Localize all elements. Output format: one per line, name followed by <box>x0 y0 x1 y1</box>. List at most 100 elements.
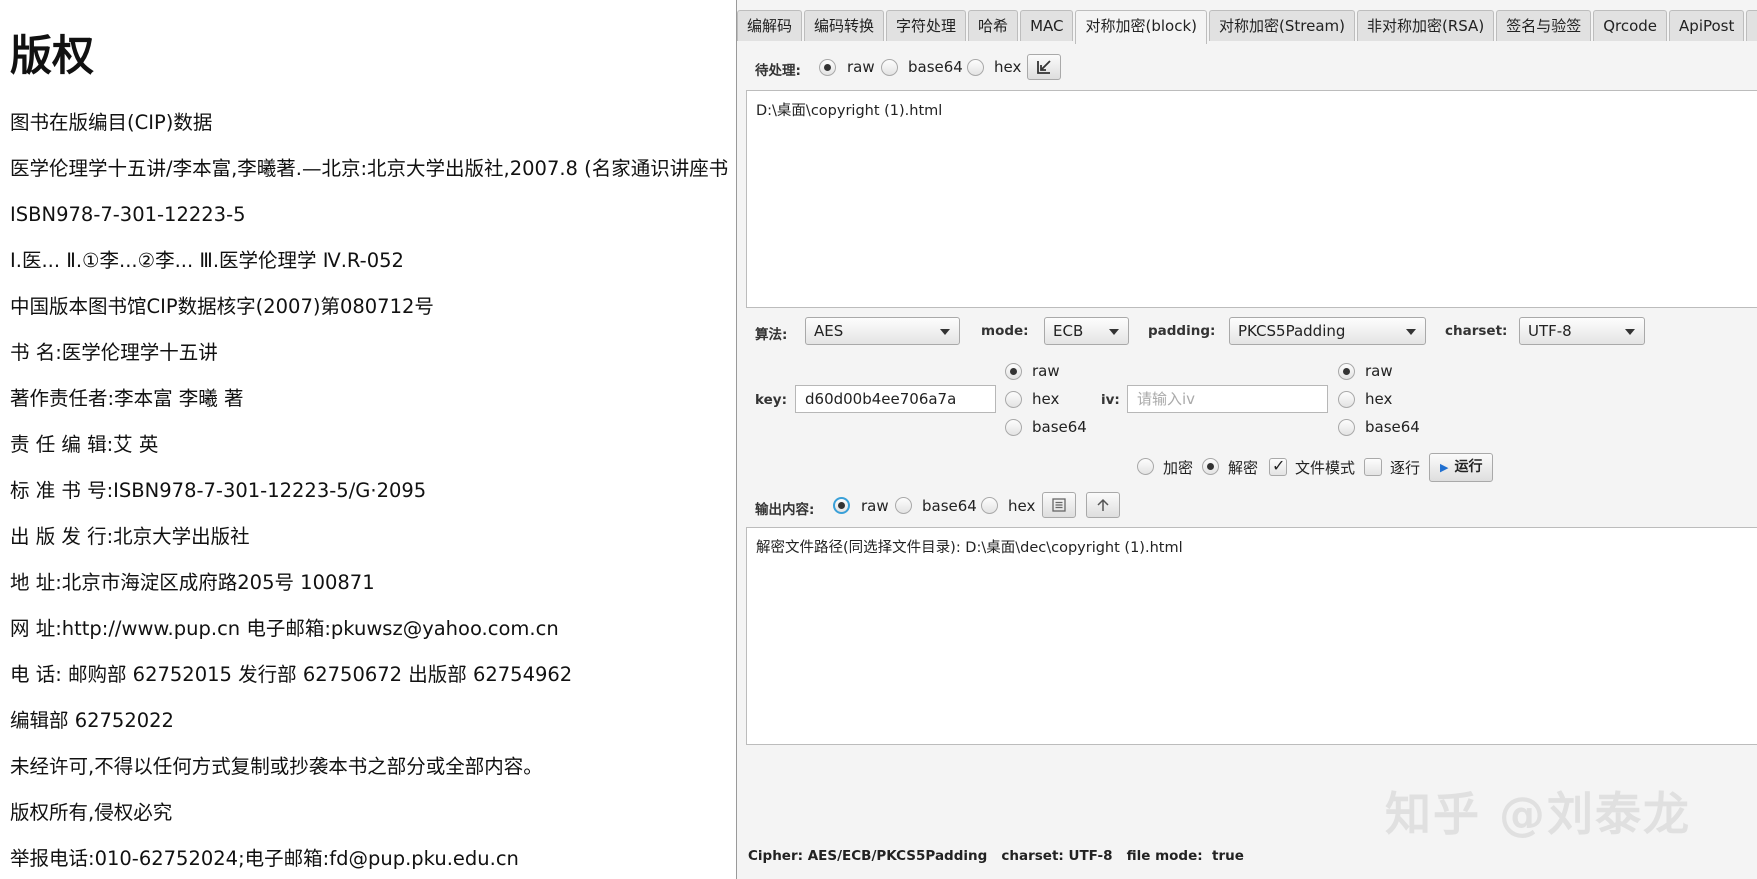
iv-base64-radio[interactable] <box>1338 419 1355 436</box>
tab-string-process[interactable]: 字符处理 <box>886 10 967 41</box>
document-title: 版权 <box>10 31 95 80</box>
document-line: 责 任 编 辑:艾 英 <box>10 433 159 456</box>
document-line: 图书在版编目(CIP)数据 <box>10 111 213 134</box>
decrypt-label: 解密 <box>1228 459 1259 477</box>
output-raw-label: raw <box>861 497 889 515</box>
charset-select[interactable]: UTF-8 <box>1519 317 1645 345</box>
padding-value: PKCS5Padding <box>1238 322 1346 340</box>
document-line: 中国版本图书馆CIP数据核字(2007)第080712号 <box>10 295 434 318</box>
tab-symmetric-stream[interactable]: 对称加密(Stream) <box>1209 10 1355 41</box>
input-hex-label: hex <box>994 58 1022 76</box>
document-line: 标 准 书 号:ISBN978-7-301-12223-5/G·2095 <box>10 479 427 502</box>
tab-encoding-convert[interactable]: 编码转换 <box>804 10 885 41</box>
output-hex-radio[interactable] <box>981 497 998 514</box>
key-raw-label: raw <box>1032 362 1060 380</box>
tab-symmetric-block[interactable]: 对称加密(block) <box>1075 10 1207 44</box>
tab-about[interactable]: 关于 <box>1746 10 1757 41</box>
tab-bar: 编解码 编码转换 字符处理 哈希 MAC 对称加密(block) 对称加密(St… <box>737 10 1757 44</box>
document-page: 版权 图书在版编目(CIP)数据 医学伦理学十五讲/李本富,李曦著.—北京:北京… <box>0 0 740 879</box>
padding-select[interactable]: PKCS5Padding <box>1229 317 1426 345</box>
tab-apipost[interactable]: ApiPost <box>1669 10 1745 41</box>
input-raw-radio[interactable] <box>819 59 836 76</box>
tab-mac[interactable]: MAC <box>1020 10 1074 41</box>
iv-hex-label: hex <box>1365 390 1393 408</box>
tab-hash[interactable]: 哈希 <box>968 10 1019 41</box>
input-textarea[interactable]: D:\桌面\copyright (1).html <box>746 90 1757 308</box>
algorithm-select[interactable]: AES <box>805 317 960 345</box>
tab-codec[interactable]: 编解码 <box>737 10 803 41</box>
document-line: 书 名:医学伦理学十五讲 <box>10 341 218 364</box>
run-button-label: 运行 <box>1454 459 1483 475</box>
output-hex-label: hex <box>1008 497 1036 515</box>
play-icon: ▶ <box>1440 461 1449 474</box>
chevron-down-icon <box>1406 329 1416 335</box>
document-line: 版权所有,侵权必究 <box>10 801 173 824</box>
input-hex-radio[interactable] <box>967 59 984 76</box>
copy-output-button[interactable] <box>1042 492 1076 518</box>
mode-select[interactable]: ECB <box>1044 317 1129 345</box>
algorithm-label: 算法: <box>755 327 788 343</box>
iv-raw-radio[interactable] <box>1338 363 1355 380</box>
document-line: 地 址:北京市海淀区成府路205号 100871 <box>10 571 375 594</box>
document-line: 编辑部 62752022 <box>10 709 174 732</box>
file-mode-label: 文件模式 <box>1295 459 1356 477</box>
status-bar: Cipher: AES/ECB/PKCS5Padding charset: UT… <box>748 848 1244 864</box>
mode-value: ECB <box>1053 322 1084 340</box>
document-line: 医学伦理学十五讲/李本富,李曦著.—北京:北京大学出版社,2007.8 (名家通… <box>10 157 729 180</box>
input-base64-radio[interactable] <box>881 59 898 76</box>
arrow-up-icon <box>1097 498 1109 511</box>
document-line: 网 址:http://www.pup.cn 电子邮箱:pkuwsz@yahoo.… <box>10 617 559 640</box>
watermark: 知乎 @刘泰龙 <box>1385 787 1692 841</box>
document-line: 电 话: 邮购部 62752015 发行部 62750672 出版部 62754… <box>10 663 573 686</box>
key-raw-radio[interactable] <box>1005 363 1022 380</box>
algorithm-value: AES <box>814 322 844 340</box>
iv-hex-radio[interactable] <box>1338 391 1355 408</box>
padding-label: padding: <box>1148 323 1216 339</box>
input-base64-label: base64 <box>908 58 963 76</box>
tab-signature[interactable]: 签名与验签 <box>1496 10 1592 41</box>
iv-label: iv: <box>1101 392 1120 408</box>
import-file-button[interactable] <box>1027 54 1061 80</box>
encrypt-radio[interactable] <box>1137 458 1154 475</box>
charset-value: UTF-8 <box>1528 322 1572 340</box>
key-hex-label: hex <box>1032 390 1060 408</box>
output-textarea[interactable]: 解密文件路径(同选择文件目录): D:\桌面\dec\copyright (1)… <box>746 527 1757 745</box>
document-line: 著作责任者:李本富 李曦 著 <box>10 387 244 410</box>
document-line: 出 版 发 行:北京大学出版社 <box>10 525 250 548</box>
document-line: Ⅰ.医... Ⅱ.①李...②李... Ⅲ.医学伦理学 Ⅳ.R-052 <box>10 249 404 272</box>
input-raw-label: raw <box>847 58 875 76</box>
document-body: 图书在版编目(CIP)数据 医学伦理学十五讲/李本富,李曦著.—北京:北京大学出… <box>10 100 728 879</box>
crypto-tool-window: 编解码 编码转换 字符处理 哈希 MAC 对称加密(block) 对称加密(St… <box>736 0 1757 879</box>
document-line: ISBN978-7-301-12223-5 <box>10 203 246 226</box>
line-by-line-checkbox[interactable] <box>1364 458 1382 476</box>
encrypt-label: 加密 <box>1163 459 1194 477</box>
import-file-icon <box>1037 60 1051 74</box>
line-by-line-label: 逐行 <box>1390 459 1421 477</box>
copy-icon <box>1052 498 1066 512</box>
file-mode-checkbox[interactable] <box>1269 456 1287 476</box>
key-hex-radio[interactable] <box>1005 391 1022 408</box>
decrypt-radio[interactable] <box>1202 458 1219 475</box>
tab-rsa[interactable]: 非对称加密(RSA) <box>1356 10 1495 41</box>
key-label: key: <box>755 392 787 408</box>
iv-input[interactable]: 请输入iv <box>1127 385 1328 413</box>
iv-base64-label: base64 <box>1365 418 1420 436</box>
key-base64-radio[interactable] <box>1005 419 1022 436</box>
output-label: 输出内容: <box>755 502 815 518</box>
charset-label: charset: <box>1445 323 1508 339</box>
document-line: 未经许可,不得以任何方式复制或抄袭本书之部分或全部内容。 <box>10 755 543 778</box>
output-raw-radio[interactable] <box>833 497 850 514</box>
chevron-down-icon <box>940 329 950 335</box>
document-line: 举报电话:010-62752024;电子邮箱:fd@pup.pku.edu.cn <box>10 847 519 870</box>
chevron-down-icon <box>1625 329 1635 335</box>
output-base64-label: base64 <box>922 497 977 515</box>
chevron-down-icon <box>1109 329 1119 335</box>
tab-qrcode[interactable]: Qrcode <box>1593 10 1668 41</box>
input-label: 待处理: <box>755 63 801 79</box>
key-input[interactable]: d60d00b4ee706a7a <box>795 385 996 413</box>
mode-label: mode: <box>981 323 1029 339</box>
output-base64-radio[interactable] <box>895 497 912 514</box>
key-base64-label: base64 <box>1032 418 1087 436</box>
move-up-button[interactable] <box>1086 492 1120 518</box>
run-button[interactable]: ▶ 运行 <box>1429 453 1494 482</box>
